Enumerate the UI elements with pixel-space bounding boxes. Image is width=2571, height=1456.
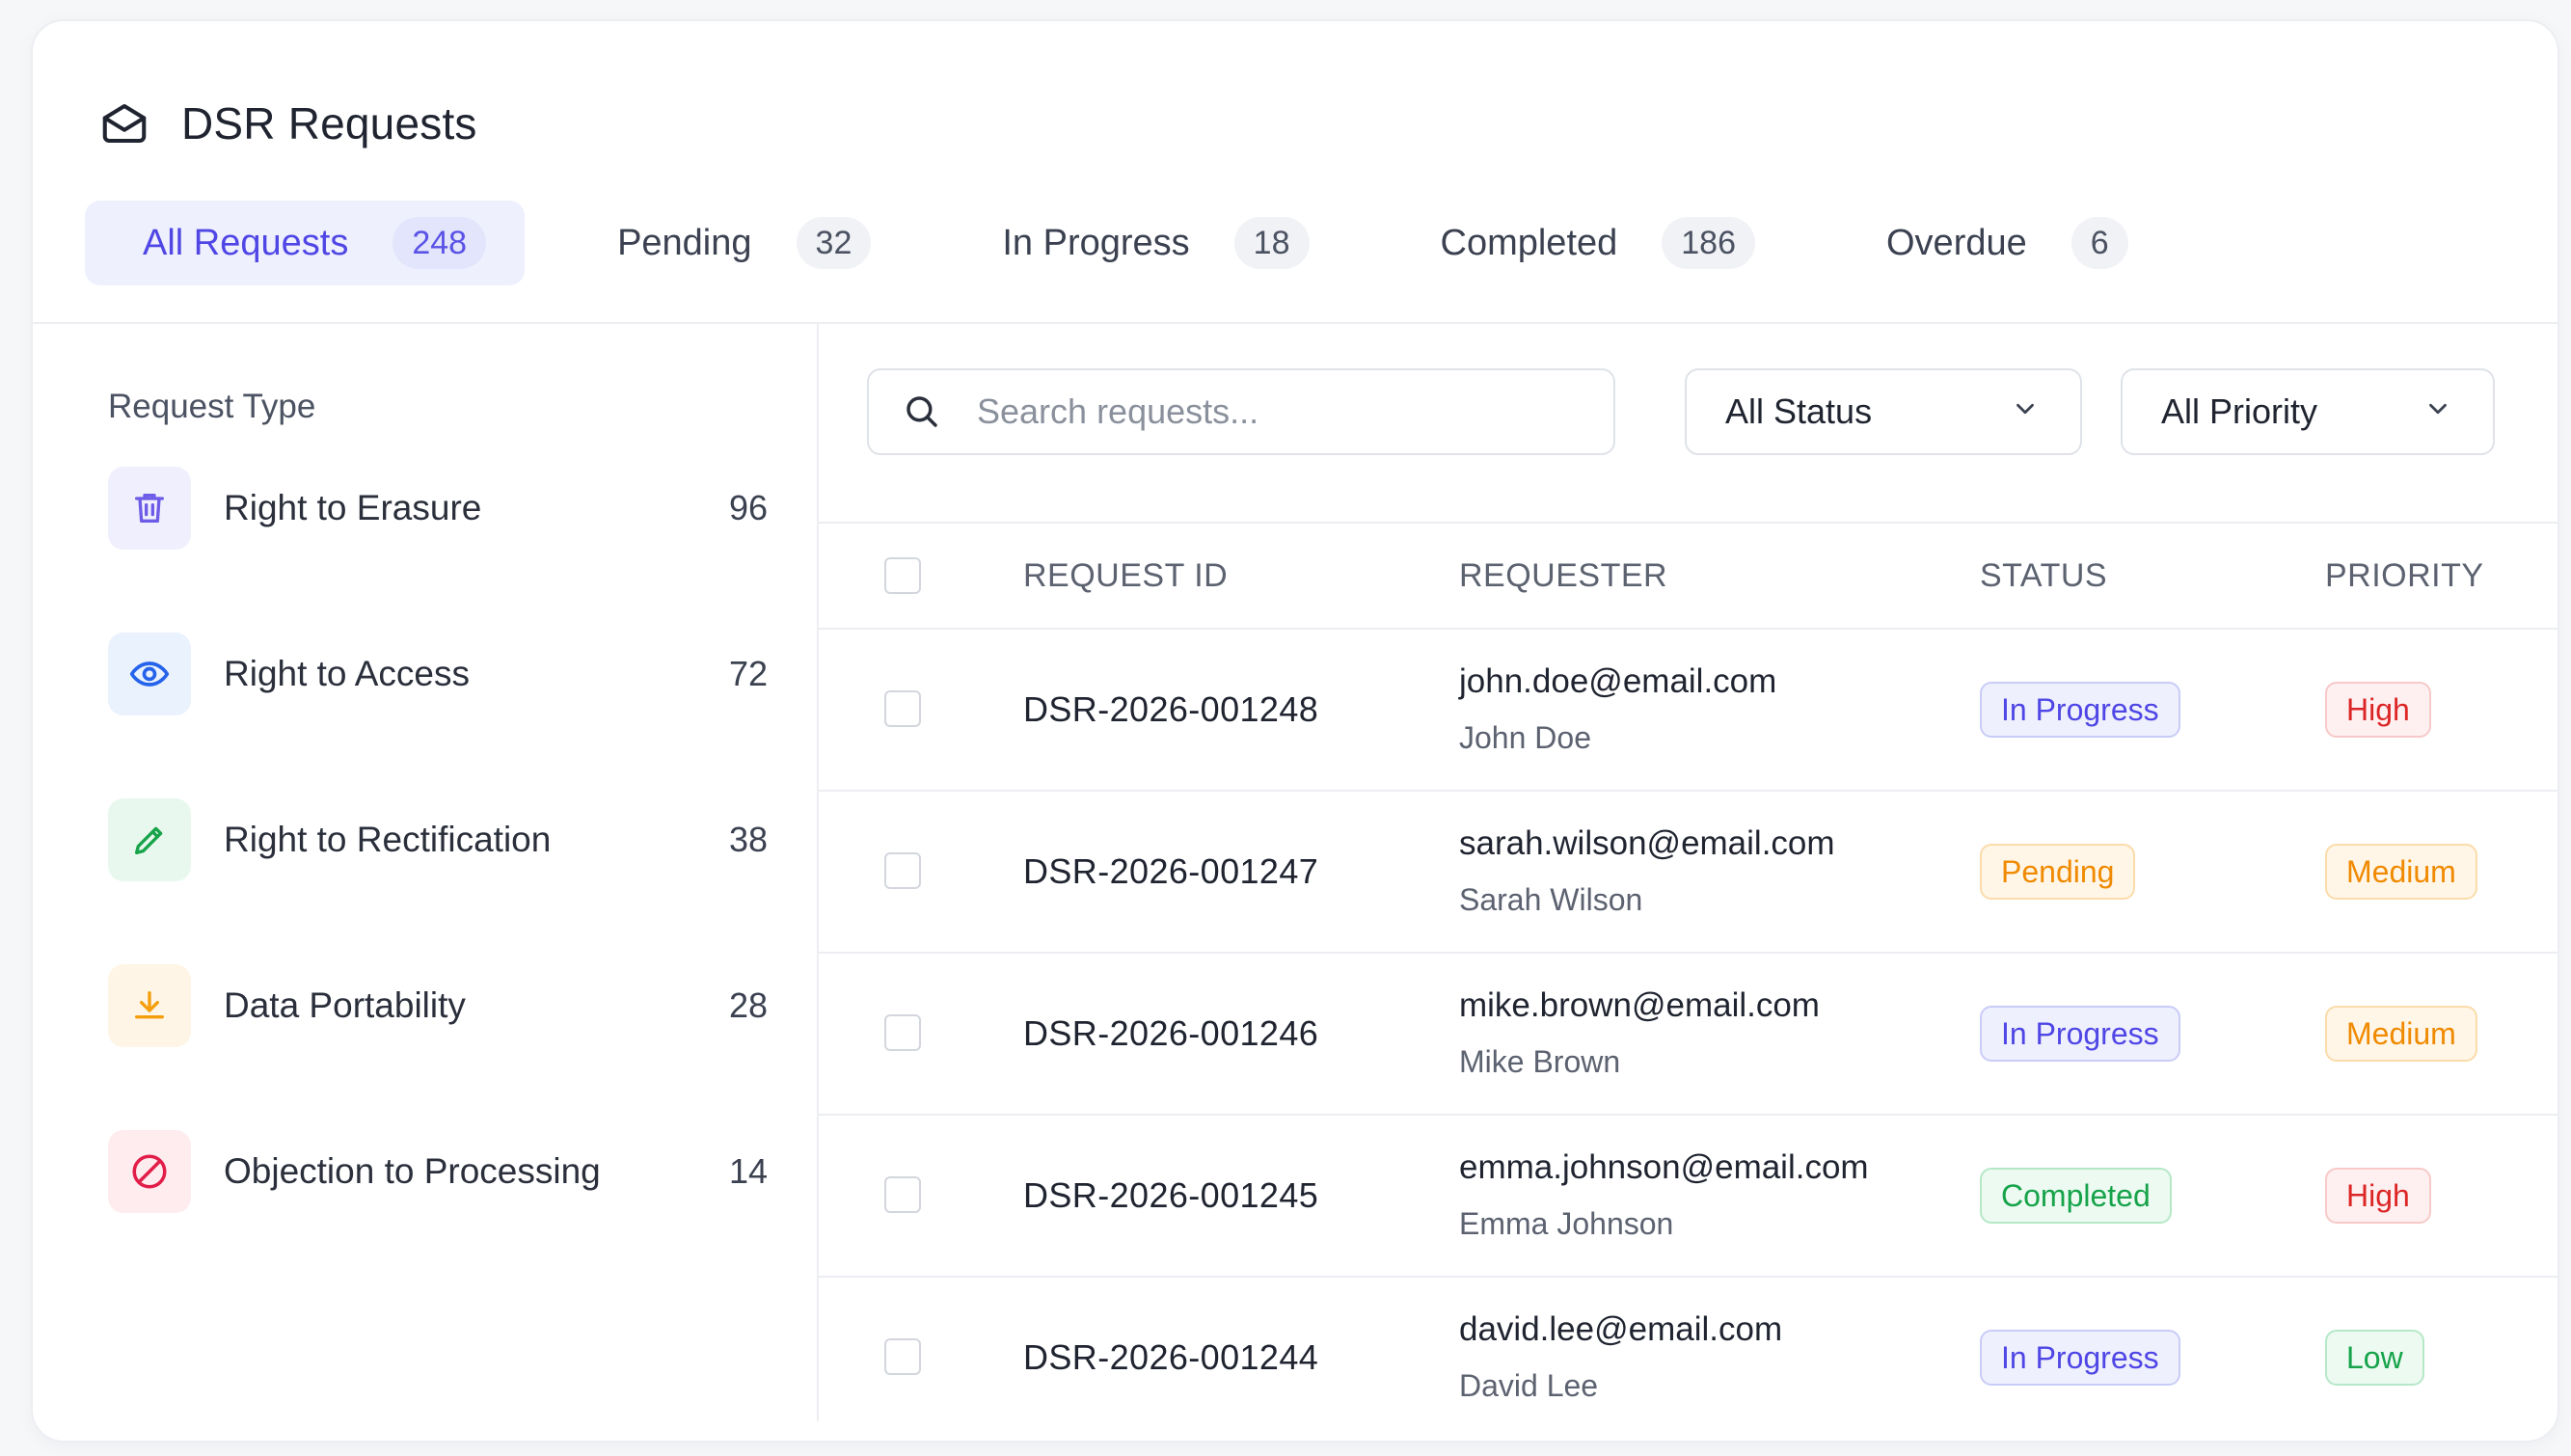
search-icon <box>902 391 942 432</box>
priority-filter-select[interactable]: All Priority <box>2121 368 2495 455</box>
tab-overdue[interactable]: Overdue 6 <box>1828 201 2167 285</box>
chevron-down-icon <box>2423 391 2452 432</box>
tab-count: 248 <box>392 217 487 269</box>
table-header: REQUEST ID REQUESTER STATUS PRIORITY <box>819 524 2557 628</box>
priority-filter-value: All Priority <box>2161 391 2318 431</box>
tab-pending[interactable]: Pending 32 <box>559 201 909 285</box>
requester-email: mike.brown@email.com <box>1459 986 1820 1024</box>
filter-toolbar: All Status All Priority <box>867 368 2506 459</box>
tab-label: All Requests <box>143 222 349 263</box>
tab-label: Pending <box>617 222 752 263</box>
table-row[interactable]: DSR-2026-001247 sarah.wilson@email.com S… <box>819 790 2557 952</box>
priority-badge: High <box>2325 1168 2431 1224</box>
sidebar-item-count: 38 <box>728 820 768 859</box>
request-id: DSR-2026-001244 <box>1023 1337 1319 1377</box>
status-badge: In Progress <box>1980 682 2180 738</box>
status-filter-value: All Status <box>1725 391 1873 431</box>
request-type-sidebar: Request Type Right to Erasure 96 Right t… <box>108 388 783 1296</box>
request-id: DSR-2026-001246 <box>1023 1013 1319 1053</box>
table-row[interactable]: DSR-2026-001248 john.doe@email.com John … <box>819 628 2557 790</box>
request-id: DSR-2026-001247 <box>1023 851 1319 891</box>
requester-email: emma.johnson@email.com <box>1459 1148 1869 1186</box>
requester-name: Emma Johnson <box>1459 1206 1674 1241</box>
header-divider <box>33 322 2557 324</box>
row-checkbox[interactable] <box>884 690 921 727</box>
requester-email: john.doe@email.com <box>1459 662 1777 700</box>
chevron-down-icon <box>2011 391 2040 432</box>
tab-label: In Progress <box>1002 222 1190 263</box>
status-badge: Pending <box>1980 844 2136 900</box>
tab-label: Overdue <box>1886 222 2027 263</box>
search-box <box>867 368 1615 455</box>
tab-count: 186 <box>1662 217 1755 269</box>
tab-completed[interactable]: Completed 186 <box>1383 201 1795 285</box>
trash-icon <box>108 467 191 550</box>
tab-in-progress[interactable]: In Progress 18 <box>944 201 1347 285</box>
requester-email: david.lee@email.com <box>1459 1310 1783 1348</box>
priority-badge: Low <box>2325 1330 2424 1386</box>
sidebar-item-data-portability[interactable]: Data Portability 28 <box>108 964 783 1047</box>
column-header-requester[interactable]: REQUESTER <box>1459 524 1667 628</box>
table-row[interactable]: DSR-2026-001245 emma.johnson@email.com E… <box>819 1114 2557 1276</box>
sidebar-item-right-to-erasure[interactable]: Right to Erasure 96 <box>108 467 783 550</box>
mail-icon <box>98 97 150 149</box>
sidebar-item-right-to-rectification[interactable]: Right to Rectification 38 <box>108 798 783 881</box>
download-icon <box>108 964 191 1047</box>
table-body: DSR-2026-001248 john.doe@email.com John … <box>819 628 2557 1438</box>
sidebar-heading: Request Type <box>108 388 316 425</box>
tab-count: 32 <box>796 217 872 269</box>
requester-name: Mike Brown <box>1459 1044 1621 1079</box>
sidebar-item-label: Data Portability <box>224 985 466 1025</box>
row-checkbox[interactable] <box>884 1014 921 1051</box>
tab-all-requests[interactable]: All Requests 248 <box>85 201 526 285</box>
column-header-request-id[interactable]: REQUEST ID <box>1023 524 1228 628</box>
pencil-icon <box>108 798 191 881</box>
requester-name: David Lee <box>1459 1368 1599 1403</box>
requester-email: sarah.wilson@email.com <box>1459 824 1835 862</box>
sidebar-item-label: Right to Rectification <box>224 820 552 859</box>
requester-name: John Doe <box>1459 720 1591 755</box>
table-row[interactable]: DSR-2026-001246 mike.brown@email.com Mik… <box>819 952 2557 1114</box>
sidebar-item-count: 72 <box>728 654 768 693</box>
status-badge: In Progress <box>1980 1330 2180 1386</box>
sidebar-item-right-to-access[interactable]: Right to Access 72 <box>108 633 783 715</box>
tab-count: 18 <box>1233 217 1310 269</box>
request-id: DSR-2026-001248 <box>1023 689 1319 729</box>
requester-name: Sarah Wilson <box>1459 882 1643 917</box>
tab-count: 6 <box>2070 217 2128 269</box>
sidebar-item-label: Right to Access <box>224 654 471 693</box>
sidebar-item-label: Right to Erasure <box>224 488 482 527</box>
status-badge: In Progress <box>1980 1006 2180 1062</box>
dsr-card: DSR Requests All Requests 248 Pending 32… <box>31 19 2559 1443</box>
sidebar-item-label: Objection to Processing <box>224 1151 601 1191</box>
column-header-priority[interactable]: PRIORITY <box>2325 524 2484 628</box>
row-checkbox[interactable] <box>884 1338 921 1375</box>
request-id: DSR-2026-001245 <box>1023 1175 1319 1215</box>
sidebar-item-count: 28 <box>728 985 768 1025</box>
tab-label: Completed <box>1440 222 1618 263</box>
row-checkbox[interactable] <box>884 1176 921 1213</box>
status-filter-select[interactable]: All Status <box>1685 368 2082 455</box>
block-icon <box>108 1130 191 1213</box>
sidebar-item-count: 96 <box>728 488 768 527</box>
priority-badge: Medium <box>2325 844 2477 900</box>
page-title: DSR Requests <box>181 98 477 148</box>
priority-badge: High <box>2325 682 2431 738</box>
tab-bar: All Requests 248 Pending 32 In Progress … <box>85 201 2202 285</box>
search-input[interactable] <box>975 391 1557 433</box>
status-badge: Completed <box>1980 1168 2172 1224</box>
table-row[interactable]: DSR-2026-001244 david.lee@email.com Davi… <box>819 1276 2557 1438</box>
sidebar-item-count: 14 <box>728 1151 768 1191</box>
eye-icon <box>108 633 191 715</box>
select-all-checkbox[interactable] <box>884 557 921 594</box>
page-header: DSR Requests <box>98 75 477 172</box>
priority-badge: Medium <box>2325 1006 2477 1062</box>
row-checkbox[interactable] <box>884 852 921 889</box>
column-header-status[interactable]: STATUS <box>1980 524 2107 628</box>
sidebar-item-objection-to-processing[interactable]: Objection to Processing 14 <box>108 1130 783 1213</box>
